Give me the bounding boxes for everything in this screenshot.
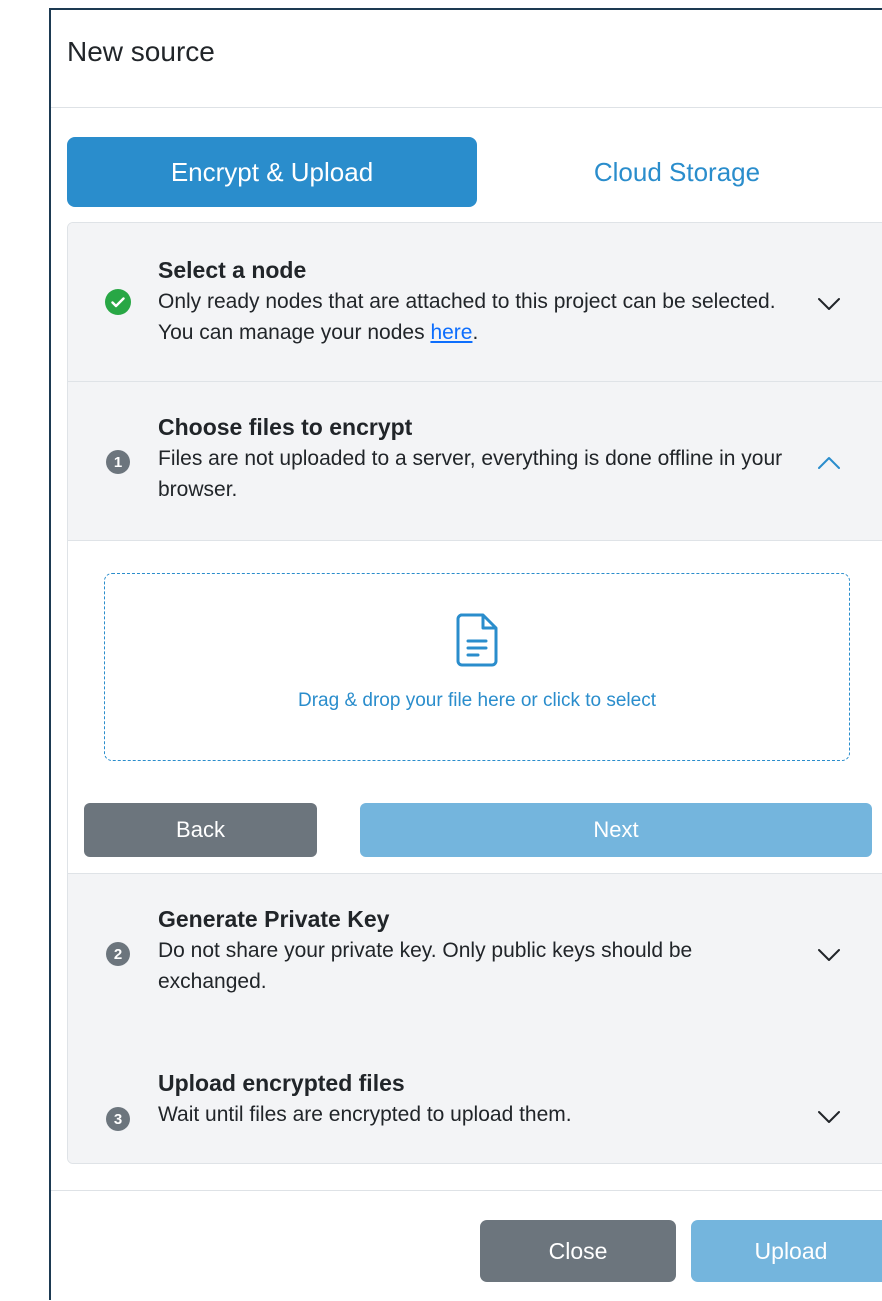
file-dropzone[interactable]: Drag & drop your file here or click to s… [104,573,850,761]
step-number-badge: 1 [106,450,130,474]
dropzone-text: Drag & drop your file here or click to s… [298,690,656,711]
step-description: Files are not uploaded to a server, ever… [158,447,783,501]
step-upload-files-header[interactable]: 3 Upload encrypted files Wait until file… [68,1034,882,1163]
next-button[interactable]: Next [360,803,872,857]
new-source-modal: New source Encrypt & Upload Cloud Storag… [49,8,882,1300]
step-description: Wait until files are encrypted to upload… [158,1103,572,1126]
step-title: Generate Private Key [158,906,390,932]
step-description: Only ready nodes that are attached to th… [158,290,776,344]
tab-encrypt-upload[interactable]: Encrypt & Upload [67,137,477,207]
step-choose-files-header[interactable]: 1 Choose files to encrypt Files are not … [68,382,882,541]
back-button[interactable]: Back [84,803,317,857]
step-title: Choose files to encrypt [158,414,413,440]
step-number-badge: 2 [106,942,130,966]
step-description: Do not share your private key. Only publ… [158,939,693,993]
chevron-down-icon[interactable] [818,297,840,311]
chevron-down-icon[interactable] [818,1110,840,1124]
file-text-icon [456,613,498,667]
step-select-node-header[interactable]: Select a node Only ready nodes that are … [68,223,882,382]
steps-accordion: Select a node Only ready nodes that are … [67,222,882,1164]
manage-nodes-link[interactable]: here [430,321,472,344]
check-circle-icon [105,289,131,315]
modal-footer: Close Upload [51,1190,882,1301]
chevron-up-icon[interactable] [818,456,840,470]
modal-title: New source [67,36,215,67]
step-number-badge: 3 [106,1107,130,1131]
close-button[interactable]: Close [480,1220,676,1282]
tab-cloud-storage[interactable]: Cloud Storage [477,137,877,207]
chevron-down-icon[interactable] [818,948,840,962]
upload-button[interactable]: Upload [691,1220,882,1282]
step-title: Select a node [158,257,307,283]
modal-header: New source [51,10,882,108]
step-generate-key-header[interactable]: 2 Generate Private Key Do not share your… [68,873,882,1035]
step-title: Upload encrypted files [158,1070,405,1096]
